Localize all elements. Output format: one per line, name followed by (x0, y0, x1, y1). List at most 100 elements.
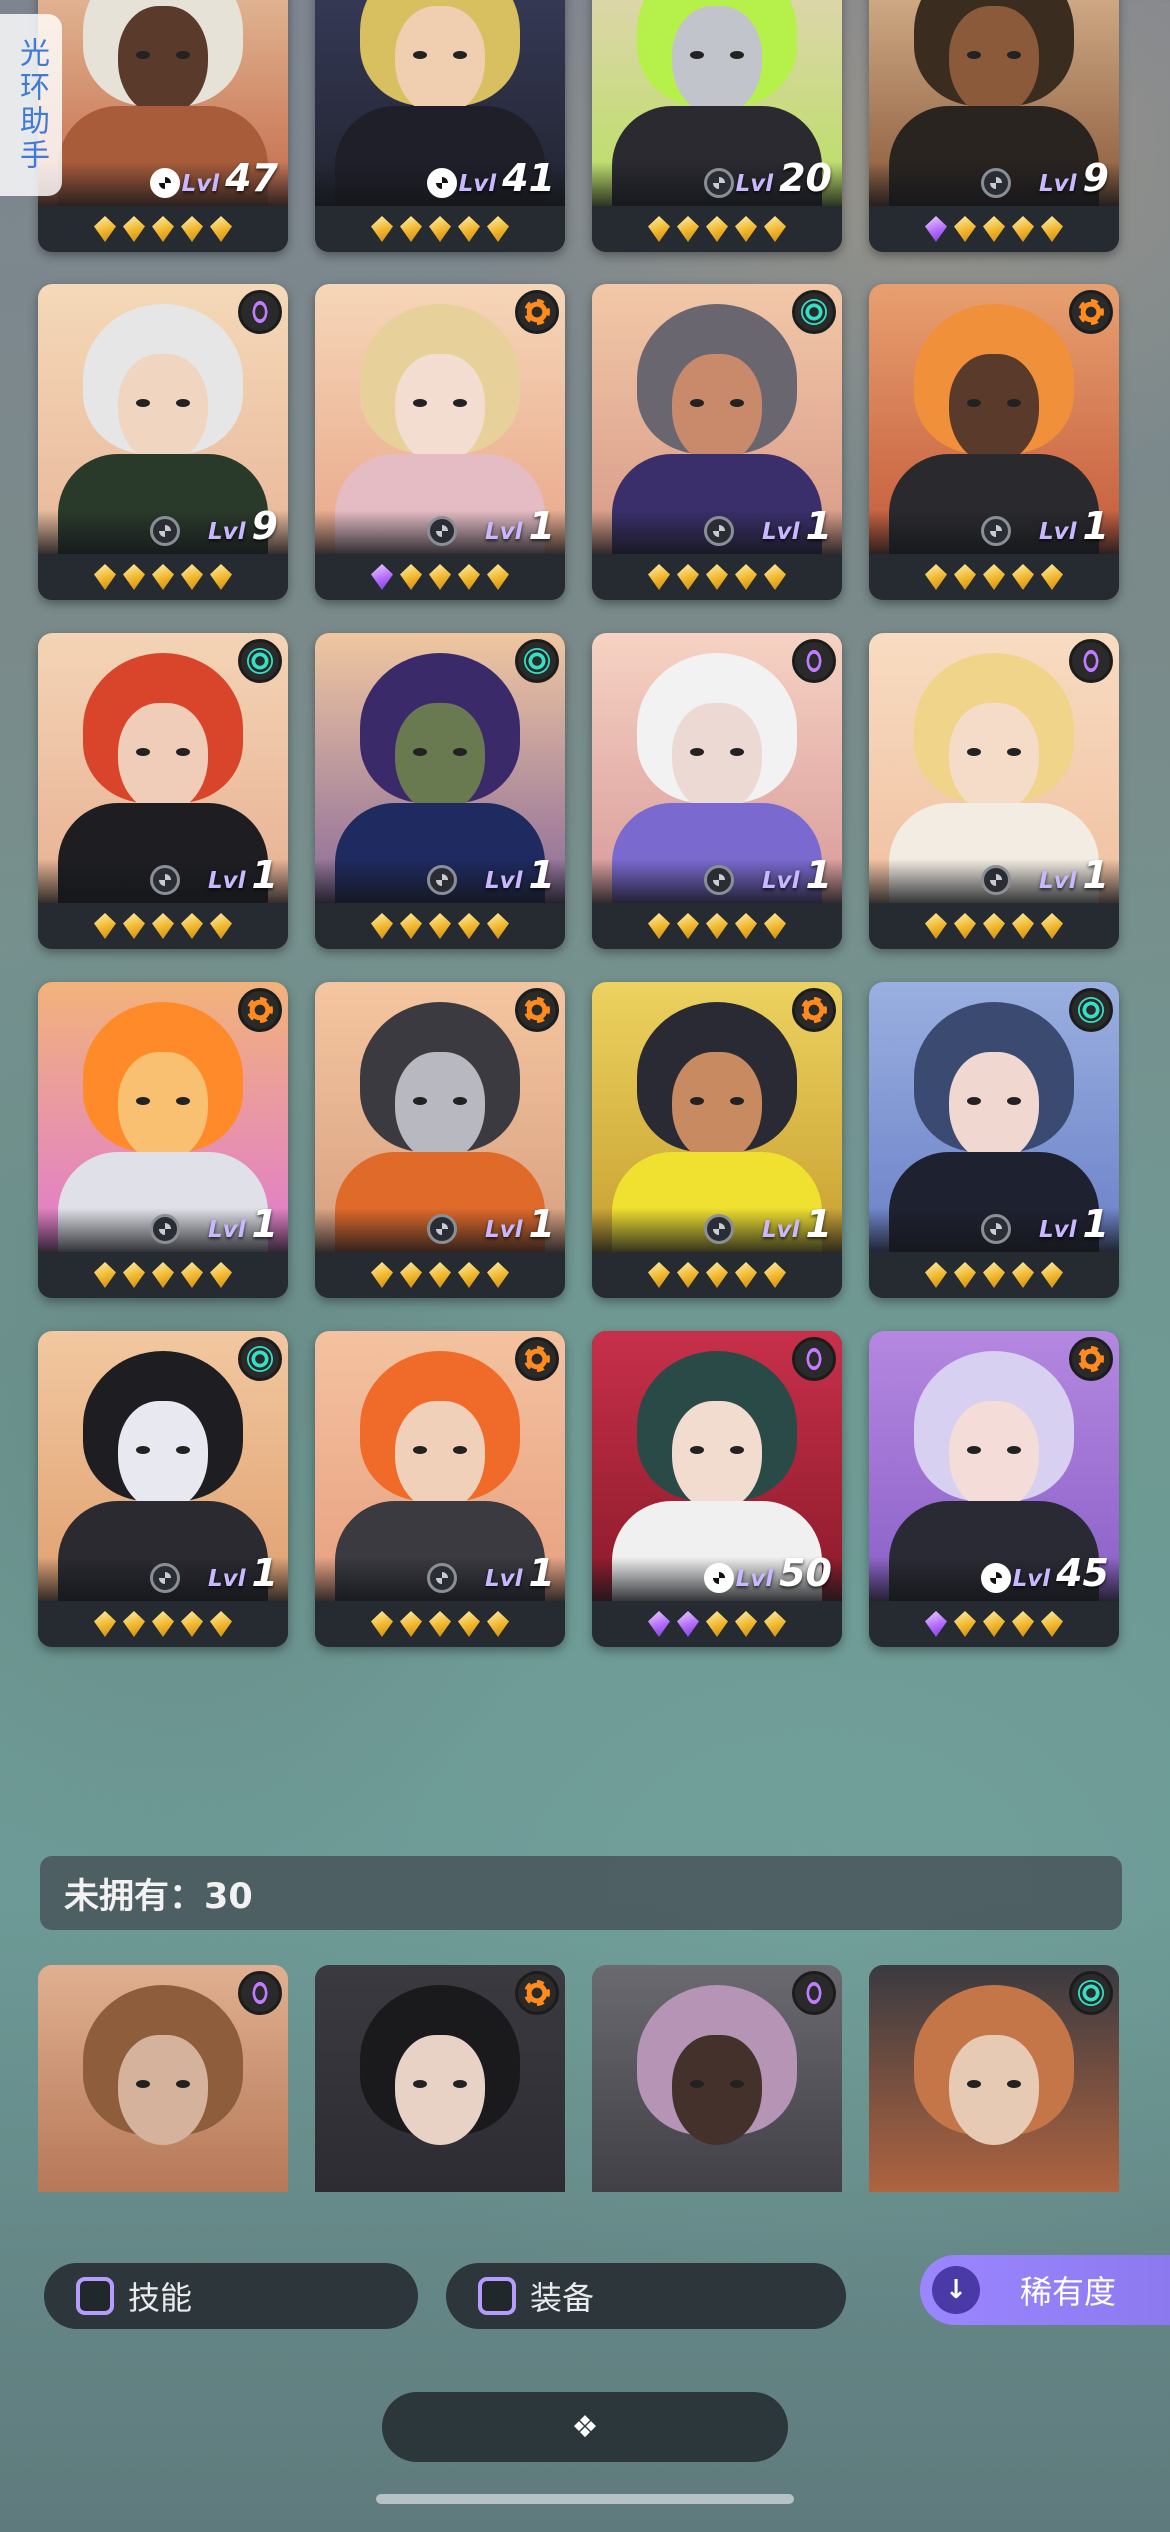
star-rating (592, 1252, 842, 1298)
level-prefix: Lvl (762, 868, 800, 894)
gold-star-icon (371, 913, 393, 939)
hero-face (395, 2035, 485, 2145)
level-value: 20 (779, 156, 832, 200)
star-rating (315, 554, 565, 600)
level-value: 1 (1082, 1202, 1109, 1246)
gold-star-icon (706, 216, 728, 242)
hero-card[interactable]: Lvl 50 (592, 1331, 842, 1647)
hero-card[interactable]: Lvl 1 (38, 982, 288, 1298)
gold-star-icon (648, 1262, 670, 1288)
gold-star-icon (371, 1262, 393, 1288)
rarity-sort-label: 稀有度 (1020, 2273, 1117, 2311)
equipment-wheel-icon (427, 516, 457, 546)
star-rating (315, 903, 565, 949)
gold-star-icon (1041, 1611, 1063, 1637)
equipment-wheel-icon (150, 865, 180, 895)
level-value: 1 (1082, 504, 1109, 548)
equip-checkbox[interactable] (478, 2277, 516, 2315)
level-value: 50 (779, 1551, 832, 1595)
hero-card[interactable]: Lvl 9 (869, 0, 1119, 252)
collapse-handle-button[interactable]: ❖ (382, 2392, 788, 2462)
star-rating (38, 554, 288, 600)
hero-card[interactable]: Lvl 45 (869, 1331, 1119, 1647)
unowned-hero-card[interactable] (38, 1965, 288, 2192)
level-prefix: Lvl (485, 1566, 523, 1592)
gold-star-icon (735, 1611, 757, 1637)
hero-card[interactable]: Lvl 1 (869, 633, 1119, 949)
assistant-floating-tab[interactable]: 光环助手 (0, 14, 62, 196)
hero-card[interactable]: Lvl 1 (592, 284, 842, 600)
hero-card[interactable]: Lvl 9 (38, 284, 288, 600)
level-value: 1 (528, 1551, 555, 1595)
gold-star-icon (400, 1611, 422, 1637)
gold-star-icon (458, 216, 480, 242)
hero-level: Lvl 1 (485, 853, 555, 897)
hero-card[interactable]: Lvl 1 (315, 284, 565, 600)
purple-star-icon (925, 1611, 947, 1637)
gold-star-icon (648, 913, 670, 939)
skill-checkbox[interactable] (76, 2277, 114, 2315)
gold-star-icon (1012, 216, 1034, 242)
hero-card[interactable]: Lvl 1 (592, 982, 842, 1298)
hero-eye (967, 2080, 981, 2088)
orange-element-icon (1069, 290, 1113, 334)
skill-filter-toggle[interactable]: 技能 (44, 2263, 418, 2329)
gold-star-icon (706, 1262, 728, 1288)
gold-star-icon (764, 1611, 786, 1637)
green-element-icon (1069, 988, 1113, 1032)
hero-card[interactable]: Lvl 47 (38, 0, 288, 252)
gold-star-icon (706, 913, 728, 939)
gold-star-icon (400, 1262, 422, 1288)
gold-star-icon (400, 216, 422, 242)
gold-star-icon (925, 913, 947, 939)
hero-card[interactable]: Lvl 1 (315, 1331, 565, 1647)
unowned-hero-row (38, 1965, 1132, 2192)
unowned-count-label: 未拥有：30 (64, 1876, 253, 1917)
hero-card[interactable]: Lvl 1 (869, 284, 1119, 600)
level-value: 9 (1082, 156, 1109, 200)
gold-star-icon (677, 1262, 699, 1288)
gold-star-icon (954, 216, 976, 242)
hero-eye (967, 399, 981, 407)
hero-eye (967, 1097, 981, 1105)
unowned-hero-card[interactable] (869, 1965, 1119, 2192)
hero-eye (136, 748, 150, 756)
hero-card[interactable]: Lvl 1 (592, 633, 842, 949)
hero-eye (967, 1446, 981, 1454)
hero-card[interactable]: Lvl 20 (592, 0, 842, 252)
gold-star-icon (458, 913, 480, 939)
gold-star-icon (429, 1611, 451, 1637)
hero-eye (413, 2080, 427, 2088)
diamond-dots-icon: ❖ (571, 2409, 599, 2445)
gold-star-icon (764, 913, 786, 939)
gold-star-icon (94, 216, 116, 242)
purple-star-icon (677, 1611, 699, 1637)
gold-star-icon (181, 216, 203, 242)
hero-card[interactable]: Lvl 1 (38, 633, 288, 949)
hero-card[interactable]: Lvl 1 (869, 982, 1119, 1298)
equipment-wheel-icon (427, 865, 457, 895)
hero-eye (730, 1446, 744, 1454)
star-rating (38, 1252, 288, 1298)
hero-card[interactable]: Lvl 1 (315, 633, 565, 949)
unowned-hero-card[interactable] (592, 1965, 842, 2192)
hero-eye (453, 1446, 467, 1454)
level-value: 1 (251, 1202, 278, 1246)
gold-star-icon (677, 913, 699, 939)
hero-card[interactable]: Lvl 1 (38, 1331, 288, 1647)
gold-star-icon (735, 1262, 757, 1288)
level-prefix: Lvl (485, 519, 523, 545)
equip-filter-toggle[interactable]: 装备 (446, 2263, 846, 2329)
skill-filter-label: 技能 (128, 2279, 193, 2317)
hero-eye (176, 748, 190, 756)
hero-card[interactable]: Lvl 41 (315, 0, 565, 252)
home-indicator[interactable] (376, 2494, 794, 2504)
hero-eye (176, 51, 190, 59)
hero-face (949, 354, 1039, 464)
gold-star-icon (1041, 913, 1063, 939)
rarity-sort-button[interactable]: ↓ 稀有度 (920, 2255, 1170, 2325)
unowned-hero-card[interactable] (315, 1965, 565, 2192)
gold-star-icon (954, 564, 976, 590)
level-prefix: Lvl (208, 1566, 246, 1592)
hero-card[interactable]: Lvl 1 (315, 982, 565, 1298)
